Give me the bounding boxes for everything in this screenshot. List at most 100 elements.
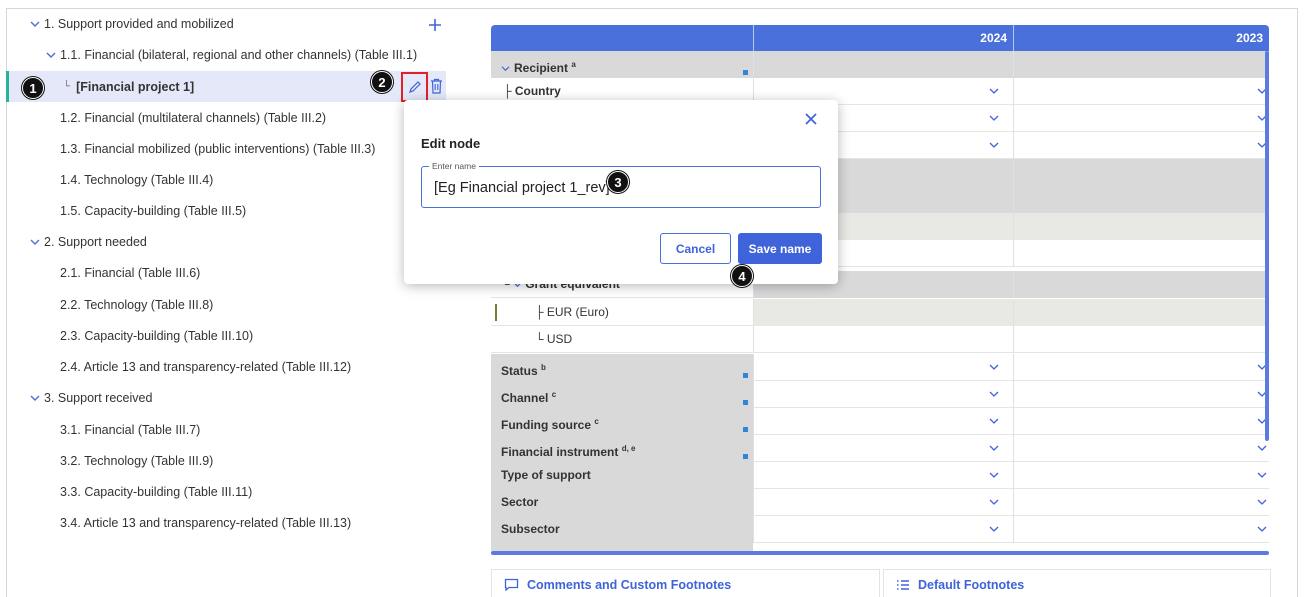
dropdown-cell[interactable] [1013, 78, 1269, 105]
chevron-down-icon [989, 472, 999, 478]
tree-node-technology[interactable]: 1.4. Technology (Table III.4) [0, 164, 460, 195]
row-label-text: USD [546, 332, 573, 346]
add-node-button[interactable] [428, 16, 442, 36]
delete-node-button[interactable] [430, 78, 444, 96]
plus-icon [429, 19, 441, 31]
tree-branch-prefix: ├ [503, 84, 512, 98]
tree-node-needed-capacity[interactable]: 2.3. Capacity-building (Table III.10) [0, 320, 460, 351]
footnote-indicator [743, 427, 748, 432]
dropdown-cell[interactable] [753, 381, 1013, 408]
horizontal-scrollbar[interactable] [491, 551, 1269, 555]
tree-node-label: 1.4. Technology (Table III.4) [60, 172, 214, 187]
cell [1013, 271, 1269, 298]
tree-node-label: 3.3. Capacity-building (Table III.11) [60, 484, 253, 499]
dropdown-cell[interactable] [1013, 105, 1269, 132]
footnote-mark: c [551, 390, 557, 399]
tree-node-received-financial[interactable]: 3.1. Financial (Table III.7) [0, 414, 460, 445]
tree-node-financial-multilateral[interactable]: 1.2. Financial (multilateral channels) (… [0, 102, 460, 133]
tree-node-label: 2.1. Financial (Table III.6) [60, 265, 201, 280]
tree-node-support-provided[interactable]: 1. Support provided and mobilized [0, 8, 460, 39]
dropdown-cell[interactable] [753, 408, 1013, 435]
chevron-down-icon [1257, 499, 1267, 505]
footnote-indicator [743, 373, 748, 378]
tree-node-needed-transparency[interactable]: 2.4. Article 13 and transparency-related… [0, 351, 460, 382]
row-label-text: Funding source [501, 418, 591, 432]
cell[interactable] [1013, 326, 1269, 353]
step-badge: 2 [371, 71, 393, 93]
cell [1013, 299, 1269, 326]
chevron-down-icon[interactable] [46, 48, 58, 62]
row-label-text: Channel [501, 391, 549, 405]
table-header: 2024 2023 [491, 25, 1269, 51]
footnote-mark: c [594, 417, 599, 426]
dropdown-cell[interactable] [753, 354, 1013, 381]
vertical-scrollbar[interactable] [1265, 51, 1269, 441]
tree-node-financial-bilateral[interactable]: 1.1. Financial (bilateral, regional and … [0, 39, 460, 70]
step-badge: 1 [22, 77, 44, 99]
row-label: Channel c [491, 381, 753, 408]
dropdown-cell[interactable] [1013, 132, 1269, 159]
chevron-down-icon[interactable] [30, 391, 42, 405]
tree-node-capacity-building[interactable]: 1.5. Capacity-building (Table III.5) [0, 195, 460, 226]
dropdown-cell[interactable] [753, 516, 1013, 543]
chevron-down-icon [1257, 472, 1267, 478]
tree-node-received-technology[interactable]: 3.2. Technology (Table III.9) [0, 445, 460, 476]
tab-comments-footnotes[interactable]: Comments and Custom Footnotes [491, 569, 880, 597]
dropdown-cell[interactable] [1013, 516, 1269, 543]
edit-node-button[interactable] [401, 72, 428, 102]
table-row-status: Status b [491, 354, 1269, 381]
tree-node-needed-financial[interactable]: 2.1. Financial (Table III.6) [0, 257, 460, 288]
navigation-tree: 1. Support provided and mobilized 1.1. F… [0, 0, 460, 597]
dropdown-cell[interactable] [1013, 381, 1269, 408]
chevron-down-icon [989, 391, 999, 397]
tree-branch-prefix: └ [63, 81, 71, 92]
dropdown-cell[interactable] [1013, 408, 1269, 435]
cancel-button[interactable]: Cancel [660, 233, 731, 264]
chevron-down-icon [989, 418, 999, 424]
save-name-button[interactable]: Save name [738, 233, 822, 264]
tree-node-received-capacity[interactable]: 3.3. Capacity-building (Table III.11) [0, 476, 460, 507]
footnote-indicator [743, 400, 748, 405]
dropdown-cell[interactable] [1013, 435, 1269, 462]
pencil-icon [408, 81, 421, 93]
row-label-text: Country [514, 84, 561, 98]
tree-node-received-transparency[interactable]: 3.4. Article 13 and transparency-related… [0, 507, 460, 538]
cell[interactable] [753, 326, 1013, 353]
tree-node-label: [Financial project 1] [76, 79, 195, 94]
tree-node-needed-technology[interactable]: 2.2. Technology (Table III.8) [0, 289, 460, 320]
tree-branch-prefix: ├ [535, 305, 544, 319]
chevron-down-icon[interactable] [30, 17, 42, 31]
table-row-financial-instrument: Financial instrument d, e [491, 435, 1269, 462]
tree-node-support-needed[interactable]: 2. Support needed [0, 226, 460, 257]
chevron-down-icon[interactable] [501, 65, 510, 72]
list-icon [896, 579, 910, 591]
close-button[interactable] [804, 112, 820, 128]
dropdown-cell[interactable] [1013, 354, 1269, 381]
row-label: └ USD [491, 326, 753, 353]
dropdown-cell[interactable] [1013, 462, 1269, 489]
chevron-down-icon[interactable] [30, 235, 42, 249]
table-row-recipient: Recipient a [491, 51, 1269, 78]
comment-icon [504, 578, 519, 591]
row-label-text: EUR (Euro) [546, 305, 609, 319]
tree-node-label: 1.2. Financial (multilateral channels) (… [60, 110, 327, 125]
cell[interactable] [1013, 240, 1269, 267]
tree-node-label: 1.3. Financial mobilized (public interve… [60, 141, 376, 156]
dropdown-cell[interactable] [1013, 489, 1269, 516]
dropdown-cell[interactable] [753, 489, 1013, 516]
step-badge: 3 [607, 171, 629, 193]
chevron-down-icon [989, 526, 999, 532]
row-label: Subsector [491, 516, 753, 543]
dropdown-cell[interactable] [753, 435, 1013, 462]
column-divider [1013, 25, 1014, 51]
dropdown-cell[interactable] [753, 462, 1013, 489]
tab-default-footnotes[interactable]: Default Footnotes [883, 569, 1271, 597]
tree-node-support-received[interactable]: 3. Support received [0, 382, 460, 413]
tree-node-financial-mobilized[interactable]: 1.3. Financial mobilized (public interve… [0, 133, 460, 164]
row-label[interactable]: Recipient a [491, 51, 753, 78]
table-row-sector: Sector [491, 489, 1269, 516]
cell [1013, 213, 1269, 240]
tree-node-label: 3. Support received [44, 390, 153, 405]
chevron-down-icon [989, 142, 999, 148]
footnote-mark: d, e [621, 444, 636, 453]
